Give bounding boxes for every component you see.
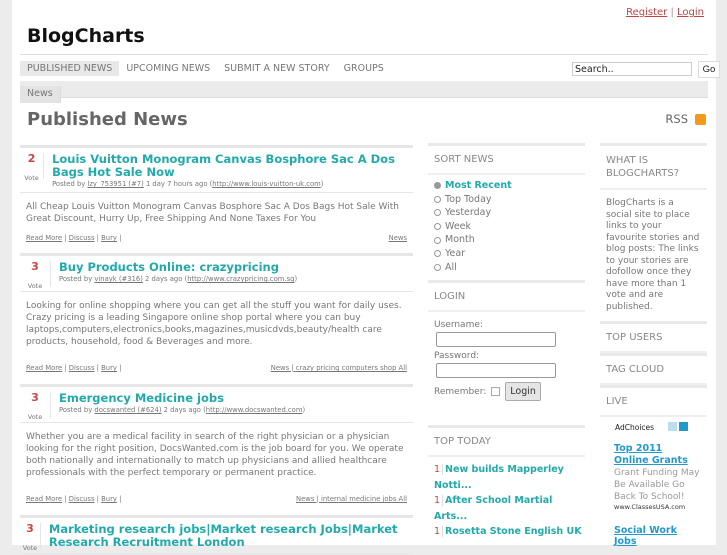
main-nav: PUBLISHED NEWS UPCOMING NEWS SUBMIT A NE… bbox=[20, 61, 391, 76]
top-today-item[interactable]: 1 Rosetta Stone English UK bbox=[428, 524, 585, 540]
radio-icon bbox=[434, 236, 441, 244]
story-description: Whether you are a medical facility in se… bbox=[26, 432, 404, 478]
story-title[interactable]: Buy Products Online: crazypricing bbox=[59, 261, 297, 274]
bury-link[interactable]: Bury bbox=[101, 364, 117, 372]
story: 2 Vote Louis Vuitton Monogram Canvas Bosp… bbox=[20, 145, 413, 255]
story: 3 Vote Marketing research jobs|Market res… bbox=[20, 515, 413, 555]
ad-title[interactable]: Social Work Jobs bbox=[614, 525, 700, 547]
sort-month[interactable]: Month bbox=[428, 233, 585, 247]
radio-icon bbox=[434, 195, 441, 203]
ad-text: Grant Funding May Be Available Go Back T… bbox=[614, 468, 700, 502]
tag-links[interactable]: News bbox=[389, 234, 407, 242]
sort-all[interactable]: All bbox=[428, 261, 585, 275]
nav-submit-story[interactable]: SUBMIT A NEW STORY bbox=[217, 61, 336, 76]
discuss-link[interactable]: Discuss bbox=[69, 234, 95, 242]
about-heading: WHAT IS BLOGCHARTS? bbox=[600, 143, 707, 190]
story-description: All Cheap Louis Vuitton Monogram Canvas … bbox=[26, 202, 399, 224]
search-go-button[interactable]: Go bbox=[698, 61, 720, 78]
password-label: Password: bbox=[434, 351, 480, 362]
remember-label: Remember: bbox=[434, 386, 487, 397]
divider bbox=[20, 54, 708, 55]
ad-url[interactable]: www.ClassesUSA.com bbox=[614, 503, 700, 511]
adchoices[interactable]: AdChoices bbox=[600, 417, 707, 433]
sidebar-right: WHAT IS BLOGCHARTS? BlogCharts is a soci… bbox=[600, 143, 707, 547]
story: 3 Vote Emergency Medicine jobs Posted by … bbox=[20, 384, 413, 515]
separator: | bbox=[670, 7, 674, 18]
nav-upcoming-news[interactable]: UPCOMING NEWS bbox=[119, 61, 217, 76]
story-meta: Posted by docswanted (#624) 2 days ago (… bbox=[59, 406, 306, 414]
story: 3 Vote Buy Products Online: crazypricing … bbox=[20, 253, 413, 384]
search-input[interactable] bbox=[572, 62, 692, 76]
page: Register | Login BlogCharts PUBLISHED NE… bbox=[12, 0, 720, 554]
register-link[interactable]: Register bbox=[626, 7, 667, 18]
password-input[interactable] bbox=[436, 363, 556, 379]
login-link[interactable]: Login bbox=[677, 7, 704, 18]
nav-groups[interactable]: GROUPS bbox=[337, 61, 391, 76]
sub-nav: News bbox=[20, 81, 708, 103]
prev-ad-icon[interactable] bbox=[668, 422, 678, 431]
nav-published-news[interactable]: PUBLISHED NEWS bbox=[20, 61, 120, 76]
vote-count[interactable]: 3 Vote bbox=[20, 392, 51, 421]
sort-news-heading: SORT NEWS bbox=[428, 143, 585, 175]
story-meta: Posted by vinayk (#316) 2 days ago (http… bbox=[59, 275, 298, 283]
sort-most-recent[interactable]: Most Recent bbox=[428, 179, 585, 193]
next-ad-icon[interactable] bbox=[679, 422, 689, 431]
account-links: Register | Login bbox=[626, 7, 704, 18]
about-text: BlogCharts is a social site to place lin… bbox=[606, 198, 700, 312]
live-heading[interactable]: LIVE bbox=[600, 385, 707, 417]
source-link[interactable]: http://www.crazypricing.com.sg bbox=[187, 275, 294, 283]
top-today-item[interactable]: 1 After School Martial Arts... bbox=[428, 493, 585, 524]
sort-yesterday[interactable]: Yesterday bbox=[428, 206, 585, 220]
tag-cloud-heading[interactable]: TAG CLOUD bbox=[600, 353, 707, 385]
source-link[interactable]: http://www.docswanted.com bbox=[206, 406, 303, 414]
top-today-heading: TOP TODAY bbox=[428, 425, 585, 458]
page-title: Published News bbox=[27, 109, 188, 130]
story-title[interactable]: Emergency Medicine jobs bbox=[59, 392, 305, 405]
tab-news[interactable]: News bbox=[20, 86, 61, 103]
remember-checkbox[interactable] bbox=[491, 387, 501, 397]
story-title[interactable]: Louis Vuitton Monogram Canvas Bosphore S… bbox=[52, 153, 413, 179]
story-meta: Posted by lzy_753951 (#7) 1 day 7 hours … bbox=[52, 180, 324, 188]
read-more-link[interactable]: Read More bbox=[26, 364, 62, 372]
tag-links[interactable]: News | internal medicine jobs All bbox=[296, 495, 407, 503]
rss-link[interactable]: RSS bbox=[665, 112, 706, 126]
source-link[interactable]: http://www.louis-vuitton-uk.com bbox=[212, 180, 320, 188]
username-label: Username: bbox=[434, 320, 483, 331]
login-button[interactable]: Login bbox=[505, 382, 541, 402]
user-link[interactable]: docswanted (#624) bbox=[94, 406, 161, 414]
story-title[interactable]: Marketing research jobs|Market research … bbox=[49, 523, 413, 549]
sidebar-left: SORT NEWS Most Recent Top Today Yesterda… bbox=[428, 143, 585, 540]
radio-icon bbox=[434, 209, 441, 217]
vote-count[interactable]: 3 Vote bbox=[20, 523, 41, 552]
sort-week[interactable]: Week bbox=[428, 220, 585, 234]
vote-count[interactable]: 3 Vote bbox=[20, 261, 51, 290]
sort-options: Most Recent Top Today Yesterday Week Mon… bbox=[428, 175, 585, 280]
discuss-link[interactable]: Discuss bbox=[69, 495, 95, 503]
login-form: Username: Password: Remember: Login bbox=[428, 312, 585, 425]
rss-label[interactable]: RSS bbox=[665, 112, 688, 126]
top-users-heading[interactable]: TOP USERS bbox=[600, 321, 707, 353]
read-more-link[interactable]: Read More bbox=[26, 495, 62, 503]
radio-icon bbox=[434, 250, 441, 258]
vote-count[interactable]: 2 Vote bbox=[20, 153, 45, 182]
sort-year[interactable]: Year bbox=[428, 247, 585, 261]
discuss-link[interactable]: Discuss bbox=[69, 364, 95, 372]
top-today-item[interactable]: 1 New builds Mapperley Notti... bbox=[428, 462, 585, 493]
bury-link[interactable]: Bury bbox=[101, 495, 117, 503]
radio-icon bbox=[434, 182, 441, 190]
tag-links[interactable]: News | crazy pricing computers shop All bbox=[271, 364, 407, 372]
ad-title[interactable]: Top 2011 Online Grants bbox=[614, 443, 700, 467]
read-more-link[interactable]: Read More bbox=[26, 234, 62, 242]
radio-icon bbox=[434, 263, 441, 271]
radio-icon bbox=[434, 223, 441, 231]
username-input[interactable] bbox=[436, 332, 556, 348]
site-logo[interactable]: BlogCharts bbox=[27, 25, 145, 47]
user-link[interactable]: vinayk (#316) bbox=[94, 275, 142, 283]
sort-top-today[interactable]: Top Today bbox=[428, 193, 585, 207]
user-link[interactable]: lzy_753951 (#7) bbox=[87, 180, 143, 188]
rss-icon[interactable] bbox=[695, 113, 706, 125]
bury-link[interactable]: Bury bbox=[101, 234, 117, 242]
login-heading: LOGIN bbox=[428, 280, 585, 313]
story-description: Looking for online shopping where you ca… bbox=[26, 301, 402, 347]
